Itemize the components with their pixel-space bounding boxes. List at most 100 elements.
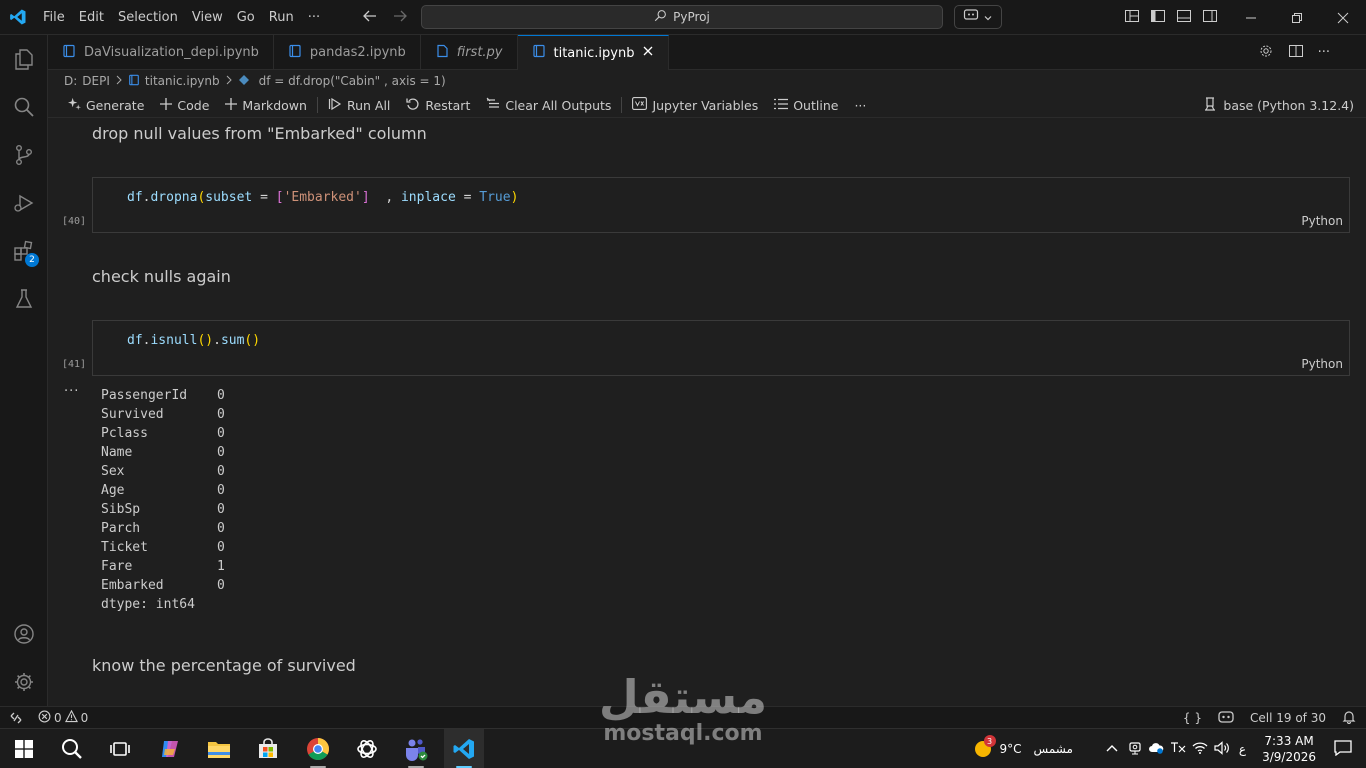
code-editor[interactable]: df.dropna(subset = ['Embarked'] , inplac… bbox=[127, 190, 518, 205]
breadcrumb-file[interactable]: titanic.ipynb bbox=[145, 74, 220, 88]
run-all-button[interactable]: Run All bbox=[320, 93, 398, 118]
toggle-panel-icon[interactable] bbox=[1176, 8, 1192, 28]
chevron-up-icon[interactable] bbox=[1099, 742, 1125, 756]
camera-privacy-icon[interactable] bbox=[1125, 741, 1145, 758]
close-window-icon[interactable] bbox=[1320, 0, 1366, 35]
menu-file[interactable]: File bbox=[36, 0, 72, 35]
file-explorer-icon[interactable] bbox=[199, 729, 239, 768]
add-markdown-button[interactable]: Markdown bbox=[217, 93, 315, 118]
weather-widget[interactable]: 3 9°C مشمس bbox=[972, 735, 1099, 760]
menu-edit[interactable]: Edit bbox=[72, 0, 111, 35]
code-cell-dropna[interactable]: df.dropna(subset = ['Embarked'] , inplac… bbox=[92, 177, 1350, 233]
microsoft-store-icon[interactable] bbox=[248, 729, 288, 768]
weather-condition: مشمس bbox=[1033, 742, 1073, 756]
restore-icon[interactable] bbox=[1274, 0, 1320, 35]
cell-output: PassengerId 0 Survived 0 Pclass 0 Name 0 Sex… bbox=[101, 386, 247, 614]
tab-titanic[interactable]: titanic.ipynb bbox=[517, 35, 670, 70]
code-editor[interactable]: df.isnull().sum() bbox=[127, 333, 260, 348]
menu-more[interactable]: ··· bbox=[301, 0, 327, 35]
tab-pandas2[interactable]: pandas2.ipynb bbox=[274, 35, 421, 70]
back-arrow-icon[interactable] bbox=[362, 8, 378, 28]
taskbar-search-icon[interactable] bbox=[52, 729, 92, 768]
toggle-primary-sidebar-icon[interactable] bbox=[1150, 8, 1166, 28]
forward-arrow-icon[interactable] bbox=[392, 8, 408, 28]
copilot-status-icon[interactable] bbox=[1218, 710, 1234, 727]
outline-button[interactable]: Outline bbox=[766, 93, 846, 118]
tab-first-py[interactable]: first.py bbox=[421, 35, 518, 70]
notification-center-icon[interactable] bbox=[1326, 739, 1366, 759]
code-token: dropna bbox=[150, 190, 198, 205]
cell-language-label[interactable]: Python bbox=[1301, 214, 1343, 228]
generate-button[interactable]: Generate bbox=[60, 93, 152, 118]
notifications-bell-icon[interactable] bbox=[1342, 710, 1356, 727]
markdown-cell-check-nulls[interactable]: check nulls again bbox=[92, 267, 231, 286]
error-count: 0 bbox=[54, 710, 62, 725]
vscode-logo-icon bbox=[0, 0, 36, 35]
close-tab-icon[interactable] bbox=[642, 45, 654, 61]
outline-list-icon bbox=[774, 98, 789, 113]
breadcrumb-drive[interactable]: D: bbox=[64, 74, 77, 88]
extensions-badge: 2 bbox=[25, 253, 39, 267]
copilot-button[interactable] bbox=[954, 5, 1002, 29]
input-language-indicator[interactable]: ع bbox=[1233, 742, 1252, 756]
explorer-icon[interactable] bbox=[0, 35, 48, 83]
split-editor-icon[interactable] bbox=[1288, 43, 1304, 63]
output-null-count: 0 bbox=[217, 426, 225, 441]
search-view-icon[interactable] bbox=[0, 83, 48, 131]
vscode-taskbar-icon[interactable] bbox=[444, 729, 484, 768]
command-center-search[interactable]: PyProj bbox=[421, 5, 943, 29]
restart-button[interactable]: Restart bbox=[398, 93, 478, 118]
wifi-icon[interactable] bbox=[1189, 741, 1211, 757]
code-token: , bbox=[369, 190, 401, 205]
markdown-cell-survived-percentage[interactable]: know the percentage of survived bbox=[92, 656, 356, 675]
toggle-secondary-sidebar-icon[interactable] bbox=[1202, 8, 1218, 28]
windows-taskbar: 3 9°C مشمس ع 7:33 AM 3/9/2026 bbox=[0, 728, 1366, 768]
tab-davisualization[interactable]: DaVisualization_depi.ipynb bbox=[48, 35, 274, 70]
minimize-icon[interactable] bbox=[1228, 0, 1274, 35]
menu-run[interactable]: Run bbox=[262, 0, 301, 35]
code-cell-isnull[interactable]: df.isnull().sum() Python bbox=[92, 320, 1350, 376]
code-token: ] bbox=[361, 190, 370, 205]
cell-language-label[interactable]: Python bbox=[1301, 357, 1343, 371]
notebook-settings-gear-icon[interactable] bbox=[1258, 43, 1274, 63]
python-cell-icon bbox=[238, 74, 250, 89]
chrome-icon[interactable] bbox=[298, 729, 338, 768]
breadcrumb-folder[interactable]: DEPI bbox=[82, 74, 110, 88]
testing-flask-icon[interactable] bbox=[0, 275, 48, 323]
settings-gear-icon[interactable] bbox=[0, 658, 48, 706]
menu-selection[interactable]: Selection bbox=[111, 0, 185, 35]
volume-icon[interactable] bbox=[1211, 740, 1233, 758]
breadcrumb-cell[interactable]: df = df.drop("Cabin" , axis = 1) bbox=[259, 74, 446, 88]
tab-label: titanic.ipynb bbox=[553, 45, 635, 61]
output-actions-button[interactable]: ··· bbox=[64, 384, 79, 399]
keyboard-language-icon[interactable] bbox=[1167, 741, 1189, 758]
more-actions-icon[interactable]: ··· bbox=[1318, 45, 1330, 60]
menu-go[interactable]: Go bbox=[230, 0, 262, 35]
copilot-app-icon[interactable] bbox=[150, 729, 190, 768]
remote-indicator[interactable] bbox=[0, 707, 32, 729]
outline-label: Outline bbox=[793, 97, 839, 113]
onedrive-cloud-icon[interactable] bbox=[1145, 742, 1167, 757]
toolbar-more-button[interactable]: ··· bbox=[846, 93, 874, 118]
add-code-button[interactable]: Code bbox=[152, 93, 217, 118]
customize-layout-icon[interactable] bbox=[1124, 8, 1140, 28]
copilot-icon bbox=[963, 7, 979, 27]
clear-outputs-button[interactable]: Clear All Outputs bbox=[478, 93, 619, 118]
run-debug-icon[interactable] bbox=[0, 179, 48, 227]
account-icon[interactable] bbox=[0, 610, 48, 658]
problems-indicator[interactable]: 0 0 bbox=[32, 709, 88, 726]
source-control-icon[interactable] bbox=[0, 131, 48, 179]
task-view-icon[interactable] bbox=[100, 729, 140, 768]
jupyter-variables-button[interactable]: Jupyter Variables bbox=[624, 93, 766, 118]
markdown-cell-drop-nulls[interactable]: drop null values from "Embarked" column bbox=[92, 124, 427, 143]
chatgpt-icon[interactable] bbox=[347, 729, 387, 768]
kernel-picker[interactable]: base (Python 3.12.4) bbox=[1203, 93, 1354, 118]
clock[interactable]: 7:33 AM 3/9/2026 bbox=[1252, 733, 1326, 765]
language-braces[interactable]: { } bbox=[1183, 711, 1202, 725]
cell-position[interactable]: Cell 19 of 30 bbox=[1250, 711, 1326, 725]
windows-start-icon[interactable] bbox=[4, 729, 44, 768]
extensions-icon[interactable]: 2 bbox=[0, 227, 48, 275]
menu-view[interactable]: View bbox=[185, 0, 230, 35]
teams-icon[interactable] bbox=[396, 729, 436, 768]
output-column-name: Fare bbox=[101, 559, 133, 574]
